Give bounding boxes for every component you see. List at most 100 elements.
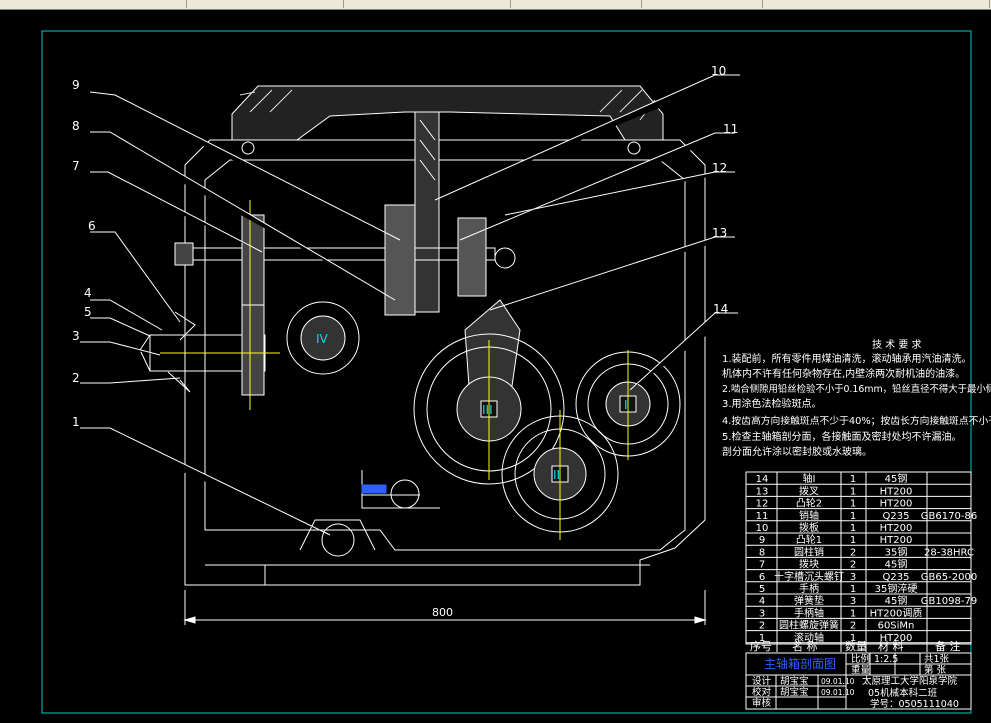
review-label: 审核 bbox=[752, 697, 772, 709]
callout-9: 9 bbox=[72, 78, 80, 92]
parts-cell-note: 28-38HRC bbox=[924, 547, 974, 558]
tech-req-line: 2.啮合侧隙用铅丝检验不小于0.16mm，铅丝直径不得大于最小侧隙4倍。 bbox=[722, 383, 991, 395]
toolbar-segment[interactable] bbox=[763, 0, 990, 8]
tech-req-line: 5.检查主轴箱剖分面，各接触面及密封处均不许漏油。 bbox=[722, 430, 962, 443]
designer-name: 胡宝宝 bbox=[780, 675, 809, 687]
parts-cell-note: GB6170-86 bbox=[921, 511, 977, 522]
callout-3: 3 bbox=[72, 329, 80, 343]
tech-req-line: 机体内不许有任何杂物存在,内壁涂两次耐机油的油漆。 bbox=[722, 367, 965, 380]
parts-cell-qty: 1 bbox=[850, 523, 856, 534]
tech-req-line: 1.装配前，所有零件用煤油清洗，滚动轴承用汽油清洗。 bbox=[722, 352, 972, 365]
drawing-name: 主轴箱剖面图 bbox=[764, 656, 836, 671]
parts-cell-qty: 3 bbox=[850, 596, 856, 607]
header-no: 序号 bbox=[750, 639, 772, 653]
callout-5: 5 bbox=[84, 305, 92, 319]
tech-req-line: 4.按齿高方向接触斑点不少于40%；按齿长方向接触斑点不小于50%； bbox=[722, 414, 991, 427]
design-label: 设计 bbox=[752, 675, 772, 687]
rod-end bbox=[390, 479, 420, 509]
toolbar-segment[interactable] bbox=[344, 0, 511, 8]
parts-cell-name: 轴Ⅰ bbox=[803, 472, 816, 485]
parts-cell-name: 拨块 bbox=[799, 558, 819, 571]
cover-bolt bbox=[241, 141, 255, 155]
callout-14: 14 bbox=[713, 302, 728, 316]
cam-1 bbox=[384, 204, 416, 316]
parts-cell-no: 11 bbox=[756, 511, 769, 522]
parts-cell-material: HT200 bbox=[880, 523, 913, 534]
shaft-label-iii: III bbox=[482, 403, 493, 417]
tech-req-line: 剖分面允许涂以密封胶或水玻璃。 bbox=[722, 445, 872, 458]
cam-2 bbox=[457, 217, 487, 297]
shaft-label-ii: II bbox=[553, 468, 560, 482]
toolbar-segment[interactable] bbox=[0, 0, 187, 8]
callout-1: 1 bbox=[72, 415, 80, 429]
dimension-800: 800 bbox=[432, 606, 453, 619]
parts-cell-no: 12 bbox=[756, 499, 769, 510]
parts-cell-name: 圆柱销 bbox=[794, 545, 824, 558]
scale-value: 1:2.5 bbox=[874, 654, 898, 665]
shift-block bbox=[241, 214, 265, 316]
header-note: 备 注 bbox=[935, 639, 961, 653]
parts-cell-name: 弹簧垫 bbox=[794, 594, 824, 607]
parts-cell-material: HT200 bbox=[880, 486, 913, 497]
bottom-bearing bbox=[321, 523, 355, 557]
fork-plate bbox=[414, 111, 440, 313]
sheet-no: 第 张 bbox=[924, 664, 947, 676]
checker-name: 胡宝宝 bbox=[780, 686, 809, 698]
toolbar-strip bbox=[0, 0, 991, 10]
parts-cell-material: 60SiMn bbox=[878, 621, 915, 632]
callout-12: 12 bbox=[712, 161, 727, 175]
tech-req-title: 技 术 要 求 bbox=[872, 338, 922, 351]
parts-cell-qty: 1 bbox=[850, 474, 856, 485]
check-label: 校对 bbox=[752, 686, 772, 698]
course-name: 05机械本科二班 bbox=[868, 687, 938, 699]
callout-4: 4 bbox=[84, 286, 92, 300]
parts-cell-name: 拨叉 bbox=[799, 484, 819, 497]
parts-cell-no: 7 bbox=[759, 560, 765, 571]
callout-10: 10 bbox=[711, 64, 726, 78]
parts-cell-qty: 1 bbox=[850, 608, 856, 619]
parts-cell-name: 手柄轴 bbox=[794, 606, 824, 619]
callout-7: 7 bbox=[72, 159, 80, 173]
parts-cell-no: 4 bbox=[759, 596, 765, 607]
tech-req-line: 3.用涂色法检验斑点。 bbox=[722, 397, 822, 410]
parts-cell-no: 14 bbox=[756, 474, 769, 485]
parts-cell-material: 45钢 bbox=[885, 472, 908, 485]
parts-cell-no: 6 bbox=[759, 572, 765, 583]
callout-6: 6 bbox=[88, 219, 96, 233]
parts-cell-no: 2 bbox=[759, 621, 765, 632]
parts-cell-name: 销轴 bbox=[799, 509, 819, 522]
parts-cell-material: HT200 bbox=[880, 535, 913, 546]
parts-cell-no: 10 bbox=[756, 523, 769, 534]
parts-cell-no: 9 bbox=[759, 535, 765, 546]
design-date: 09.01.10 bbox=[821, 677, 855, 686]
parts-cell-qty: 2 bbox=[850, 560, 856, 571]
parts-cell-qty: 3 bbox=[850, 572, 856, 583]
sheet-label: 共1张 bbox=[924, 654, 950, 665]
parts-cell-qty: 1 bbox=[850, 535, 856, 546]
cad-drawing-canvas[interactable]: 9 8 7 6 4 5 3 2 1 10 11 12 13 14 IV III … bbox=[0, 10, 991, 723]
scale-label: 比例 bbox=[851, 653, 870, 665]
school-name: 太原理工大学阳泉学院 bbox=[862, 675, 958, 687]
parts-cell-qty: 1 bbox=[850, 486, 856, 497]
pin-roller bbox=[494, 247, 516, 269]
parts-cell-note: GB1098-79 bbox=[921, 596, 977, 607]
toolbar-segment[interactable] bbox=[511, 0, 642, 8]
parts-cell-name: 十字槽沉头螺钉 bbox=[774, 570, 844, 583]
parts-cell-material: HT200调质 bbox=[870, 607, 923, 619]
callout-2: 2 bbox=[72, 371, 80, 385]
header-material: 材 料 bbox=[878, 639, 904, 653]
callout-8: 8 bbox=[72, 119, 80, 133]
selector-shaft bbox=[174, 247, 496, 261]
title-block-text: 主轴箱剖面图 比例 1:2.5 重量 共1张 第 张 太原理工大学阳泉学院 05… bbox=[752, 653, 959, 710]
parts-cell-qty: 1 bbox=[850, 584, 856, 595]
gearbox-drawing bbox=[139, 85, 706, 586]
parts-cell-no: 13 bbox=[756, 486, 769, 497]
parts-cell-note: GB65-2000 bbox=[921, 572, 977, 583]
toolbar-segment[interactable] bbox=[187, 0, 344, 8]
technical-requirements: 技 术 要 求 1.装配前，所有零件用煤油清洗，滚动轴承用汽油清洗。 机体内不许… bbox=[722, 338, 991, 458]
toolbar-segment[interactable] bbox=[642, 0, 763, 8]
parts-header: 序号 名 称 数量 材 料 备 注 bbox=[750, 639, 961, 653]
parts-cell-name: 圆柱螺旋弹簧 bbox=[779, 619, 839, 632]
parts-cell-no: 8 bbox=[759, 547, 765, 558]
parts-cell-name: 手柄 bbox=[799, 582, 819, 595]
